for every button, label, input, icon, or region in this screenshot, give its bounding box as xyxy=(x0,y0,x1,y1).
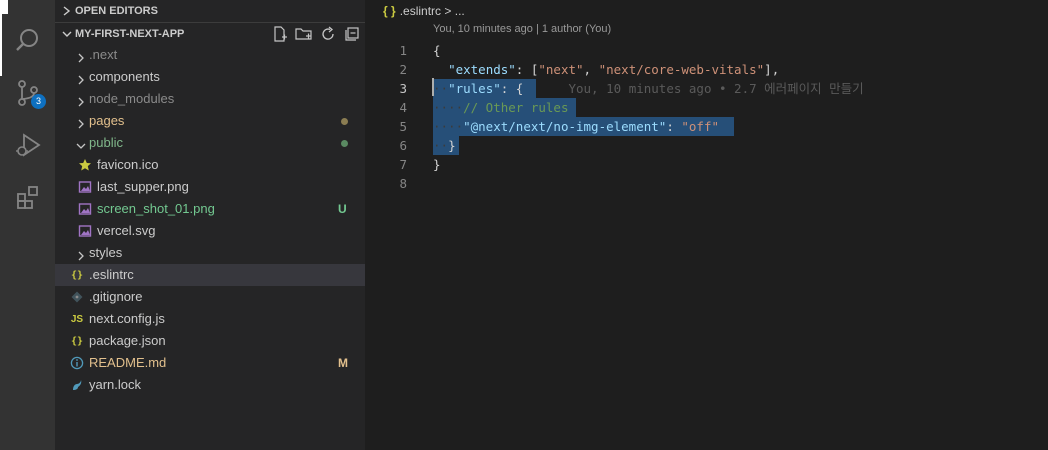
tree-item-label: components xyxy=(89,69,160,84)
yarn-icon xyxy=(70,378,84,392)
tree-file-favicon-ico[interactable]: favicon.ico xyxy=(55,154,365,176)
line-number: 7 xyxy=(399,157,407,172)
star-icon xyxy=(78,158,92,172)
image-icon xyxy=(78,224,92,238)
scm-badge: 3 xyxy=(31,94,46,109)
json-icon: {} xyxy=(70,270,84,281)
line-number: 8 xyxy=(399,176,407,191)
active-indicator xyxy=(0,14,2,76)
tree-file-last-supper-png[interactable]: last_supper.png xyxy=(55,176,365,198)
tree-item-label: .eslintrc xyxy=(89,267,134,282)
chevron-down-icon xyxy=(75,137,87,149)
tree-file-package-json[interactable]: {} package.json xyxy=(55,330,365,352)
line-number: 5 xyxy=(399,119,407,134)
image-icon xyxy=(78,180,92,194)
line-number: 6 xyxy=(399,138,407,153)
tree-item-label: package.json xyxy=(89,333,166,348)
git-status-badge: U xyxy=(338,202,347,216)
code-line-4[interactable]: ····// Other rules xyxy=(433,98,568,117)
code-line-5[interactable]: ····"@next/next/no-img-element": "off" xyxy=(433,117,719,136)
chevron-right-icon xyxy=(75,93,87,107)
breadcrumb: { } .eslintrc > ... xyxy=(383,2,465,20)
tree-item-label: vercel.svg xyxy=(97,223,156,238)
tree-item-label: pages xyxy=(89,113,125,128)
info-icon xyxy=(70,356,84,370)
json-icon: { } xyxy=(383,4,396,18)
refresh-icon[interactable] xyxy=(319,25,337,43)
breadcrumb-file[interactable]: .eslintrc xyxy=(400,4,441,18)
explorer-sidebar: OPEN EDITORS MY-FIRST-NEXT-APP .next comp… xyxy=(55,0,365,450)
activity-bar: 3 xyxy=(0,0,55,450)
chevron-right-icon xyxy=(61,0,73,22)
code-line-2[interactable]: "extends": ["next", "next/core-web-vital… xyxy=(433,60,779,79)
tree-folder-node-modules[interactable]: node_modules xyxy=(55,88,365,110)
tree-file-readme-md[interactable]: README.md M xyxy=(55,352,365,374)
tree-item-label: styles xyxy=(89,245,123,260)
tree-item-label: .next xyxy=(89,47,118,62)
image-icon xyxy=(78,202,92,216)
line-number: 2 xyxy=(399,62,407,77)
code-line-3[interactable]: ··"rules": { You, 10 minutes ago • 2.7 에… xyxy=(433,79,864,98)
tree-file-yarn-lock[interactable]: yarn.lock xyxy=(55,374,365,396)
tree-folder-public[interactable]: public xyxy=(55,132,365,154)
inline-blame: You, 10 minutes ago • 2.7 에러페이지 만들기 xyxy=(568,81,864,96)
tree-file-eslintrc[interactable]: {} .eslintrc xyxy=(55,264,365,286)
open-editors-header[interactable]: OPEN EDITORS xyxy=(55,0,365,22)
new-folder-icon[interactable] xyxy=(295,25,313,43)
window-corner xyxy=(0,0,8,14)
breadcrumb-separator: > xyxy=(444,4,452,18)
tree-file-screen-shot-01-png[interactable]: screen_shot_01.png U xyxy=(55,198,365,220)
tree-item-label: public xyxy=(89,135,123,150)
tree-item-label: next.config.js xyxy=(89,311,165,326)
tree-item-label: favicon.ico xyxy=(97,157,159,172)
git-icon xyxy=(70,290,84,304)
tree-file-gitignore[interactable]: .gitignore xyxy=(55,286,365,308)
tree-item-label: screen_shot_01.png xyxy=(97,201,215,216)
search-icon[interactable] xyxy=(14,26,42,54)
project-label: MY-FIRST-NEXT-APP xyxy=(75,28,185,40)
modified-dot xyxy=(341,140,348,147)
git-status-badge: M xyxy=(338,356,348,370)
chevron-down-icon xyxy=(61,23,73,45)
line-number: 3 xyxy=(399,81,407,96)
tree-folder-pages[interactable]: pages xyxy=(55,110,365,132)
line-number: 4 xyxy=(399,100,407,115)
tree-item-label: README.md xyxy=(89,355,167,370)
new-file-icon[interactable] xyxy=(271,25,289,43)
run-debug-icon[interactable] xyxy=(14,131,42,159)
tree-file-next-config-js[interactable]: JS next.config.js xyxy=(55,308,365,330)
js-icon: JS xyxy=(70,314,84,325)
code-line-1[interactable]: { xyxy=(433,41,441,60)
code-line-7[interactable]: } xyxy=(433,155,441,174)
tree-folder-components[interactable]: components xyxy=(55,66,365,88)
collapse-all-icon[interactable] xyxy=(343,25,361,43)
chevron-right-icon xyxy=(75,247,87,261)
code-line-6[interactable]: ··} xyxy=(433,136,456,155)
tree-file-vercel-svg[interactable]: vercel.svg xyxy=(55,220,365,242)
codelens-blame[interactable]: You, 10 minutes ago | 1 author (You) xyxy=(433,23,611,35)
modified-dot xyxy=(341,118,348,125)
breadcrumb-tail[interactable]: ... xyxy=(455,4,465,18)
tree-folder-next[interactable]: .next xyxy=(55,44,365,66)
json-icon: {} xyxy=(70,336,84,347)
tree-item-label: yarn.lock xyxy=(89,377,142,392)
line-number: 1 xyxy=(399,43,407,58)
chevron-right-icon xyxy=(75,115,87,129)
editor-pane: { } .eslintrc > ... You, 10 minutes ago |… xyxy=(365,0,1048,450)
tree-item-label: node_modules xyxy=(89,91,175,106)
chevron-right-icon xyxy=(75,49,87,63)
tree-item-label: .gitignore xyxy=(89,289,143,304)
extensions-icon[interactable] xyxy=(14,183,42,211)
chevron-right-icon xyxy=(75,71,87,85)
open-editors-label: OPEN EDITORS xyxy=(75,5,158,17)
tree-folder-styles[interactable]: styles xyxy=(55,242,365,264)
tree-item-label: last_supper.png xyxy=(97,179,189,194)
